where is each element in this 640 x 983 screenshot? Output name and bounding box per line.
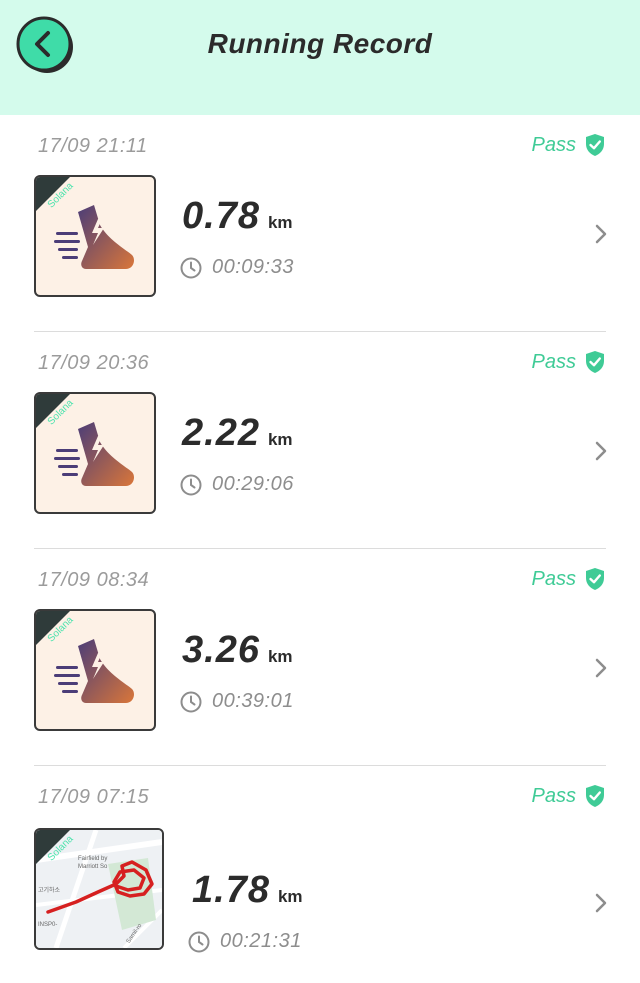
shield-check-icon [586, 568, 604, 590]
record-item[interactable]: 17/09 07:15 Pass Solana Fairfield by Mar… [0, 766, 640, 983]
shoe-icon [54, 639, 134, 703]
distance-unit: km [277, 887, 303, 906]
pass-label: Pass [531, 567, 576, 590]
distance-unit: km [267, 430, 293, 449]
records-list: 17/09 21:11 Pass Solana 0.78 km 00:09:33… [0, 115, 640, 983]
app-header: Running Record [0, 0, 640, 115]
distance-value: 0.78 [182, 195, 260, 237]
pass-badge: Pass [532, 784, 606, 808]
pass-label: Pass [531, 350, 576, 373]
clock-icon [180, 257, 202, 278]
shield-check-icon [586, 351, 604, 373]
record-item[interactable]: 17/09 08:34 Pass Solana 3.26 km 00:39:01 [0, 549, 640, 766]
map-label: Marriott So [78, 864, 108, 870]
record-item[interactable]: 17/09 20:36 Pass Solana 2.22 km 00:29:06 [0, 332, 640, 549]
chevron-right-icon[interactable] [594, 892, 608, 914]
map-label: INSP0- [38, 922, 57, 928]
chevron-right-icon[interactable] [594, 657, 608, 679]
record-duration: 00:21:31 [188, 930, 302, 953]
record-distance: 2.22 km [182, 412, 293, 455]
distance-value: 3.26 [182, 629, 260, 671]
record-datetime: 17/09 08:34 [38, 569, 150, 591]
shield-check-icon [586, 785, 604, 807]
shoe-icon [54, 422, 134, 486]
record-thumbnail: Solana [34, 175, 156, 297]
pass-badge: Pass [532, 133, 606, 157]
distance-unit: km [267, 647, 293, 666]
record-distance: 0.78 km [182, 195, 293, 238]
page-title: Running Record [207, 28, 433, 59]
route-map-thumbnail: Solana Fairfield by Marriott So 고기하소 INS… [34, 828, 164, 950]
duration-value: 00:39:01 [212, 690, 294, 712]
pass-label: Pass [531, 784, 576, 807]
duration-value: 00:29:06 [212, 473, 294, 495]
pass-badge: Pass [532, 350, 606, 374]
shield-check-icon [586, 134, 604, 156]
record-datetime: 17/09 21:11 [38, 135, 148, 157]
record-thumbnail: Solana [34, 392, 156, 514]
record-duration: 00:09:33 [180, 256, 294, 279]
record-duration: 00:29:06 [180, 473, 294, 496]
clock-icon [180, 474, 202, 495]
record-datetime: 17/09 20:36 [38, 352, 150, 374]
distance-unit: km [267, 213, 293, 232]
pass-badge: Pass [532, 567, 606, 591]
duration-value: 00:09:33 [212, 256, 294, 278]
chevron-right-icon[interactable] [594, 440, 608, 462]
distance-value: 1.78 [192, 869, 270, 911]
distance-value: 2.22 [182, 412, 260, 454]
record-datetime: 17/09 07:15 [38, 786, 150, 808]
record-item[interactable]: 17/09 21:11 Pass Solana 0.78 km 00:09:33 [0, 115, 640, 332]
map-label: 고기하소 [38, 886, 61, 894]
duration-value: 00:21:31 [220, 930, 302, 952]
map-label: Fairfield by [78, 856, 107, 862]
shoe-icon [54, 205, 134, 269]
record-distance: 1.78 km [192, 869, 303, 912]
pass-label: Pass [531, 133, 576, 156]
clock-icon [188, 931, 210, 952]
record-thumbnail: Solana [34, 609, 156, 731]
record-duration: 00:39:01 [180, 690, 294, 713]
record-distance: 3.26 km [182, 629, 293, 672]
clock-icon [180, 691, 202, 712]
chevron-right-icon[interactable] [594, 223, 608, 245]
